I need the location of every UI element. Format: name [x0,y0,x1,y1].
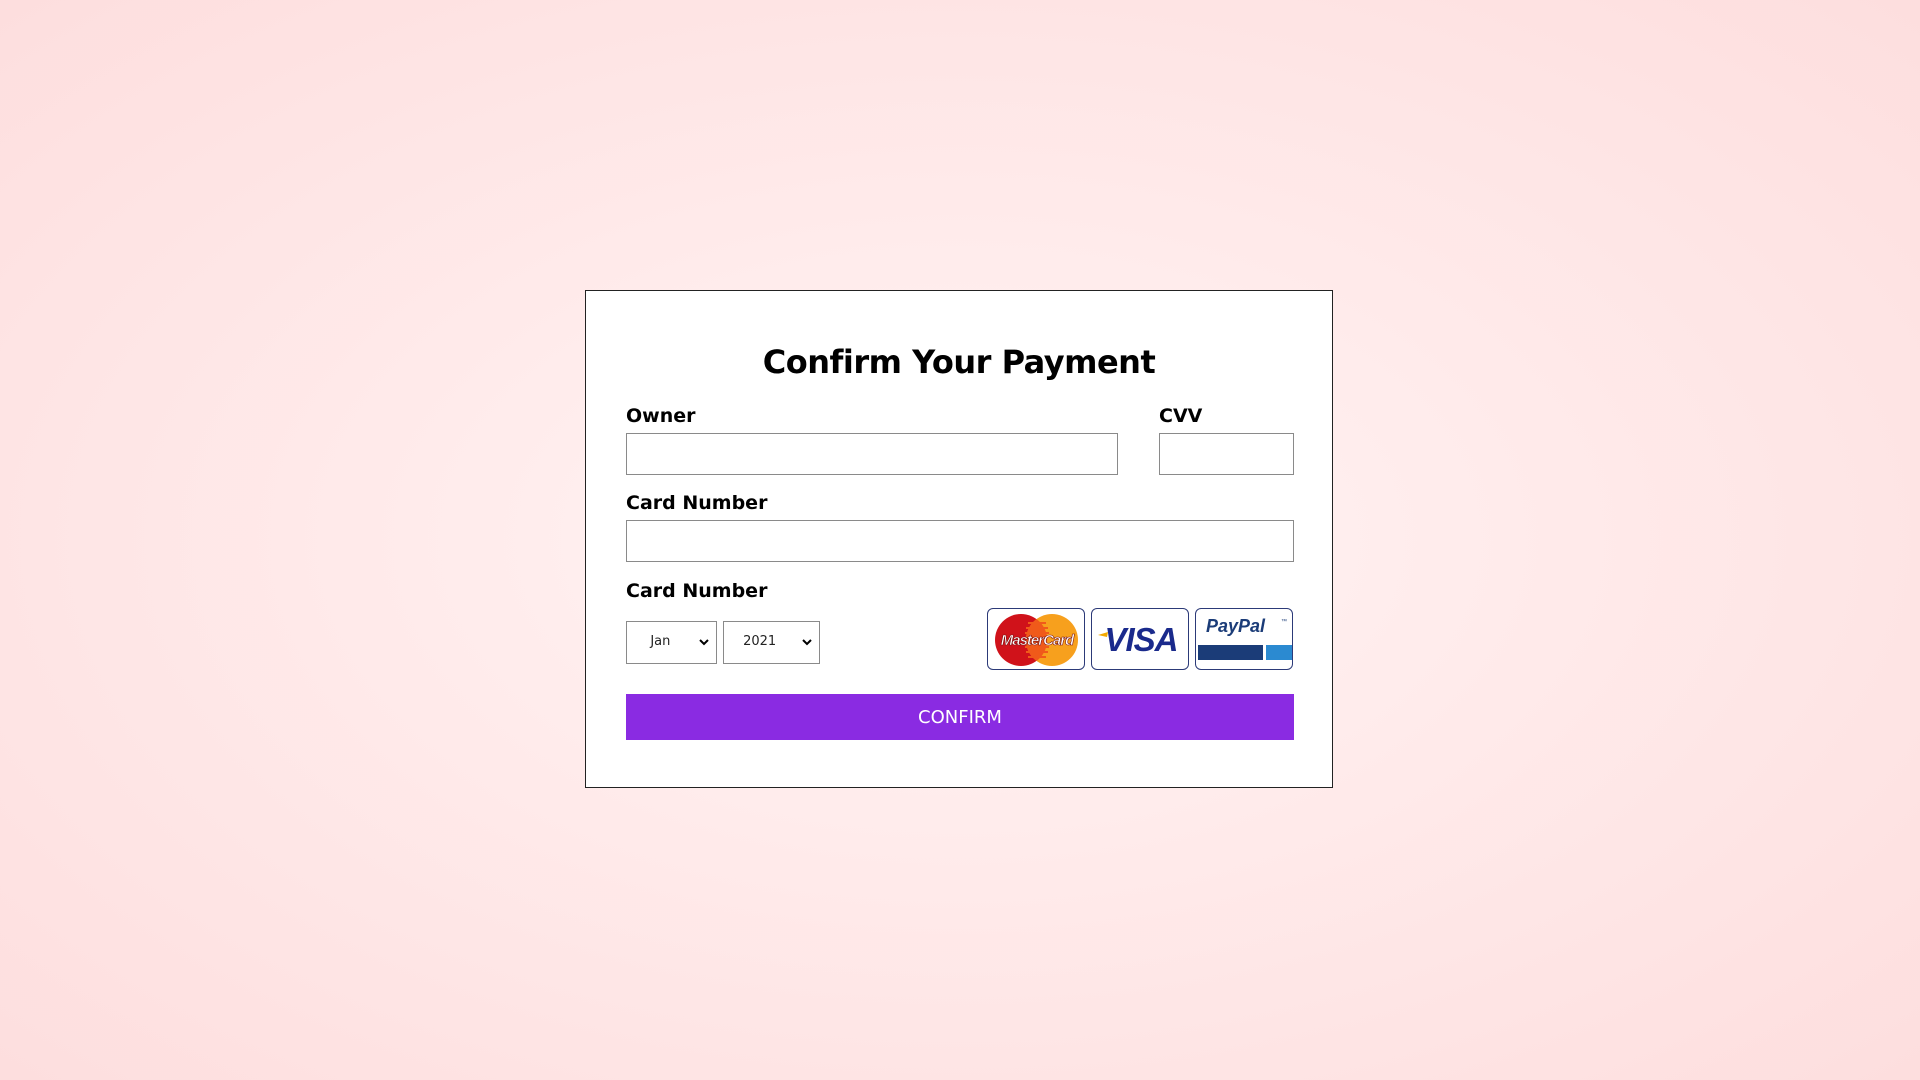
card-number-input[interactable] [626,520,1294,562]
paypal-logo[interactable]: PayPal ™ [1195,608,1293,670]
confirm-button[interactable]: CONFIRM [626,694,1294,740]
year-select[interactable]: 2021 [723,621,820,664]
expiry-label: Card Number [626,580,768,602]
mastercard-icon: MasterCard [995,614,1078,666]
paypal-icon: PayPal ™ [1198,616,1292,660]
chevron-down-icon [699,639,709,646]
cvv-label: CVV [1159,405,1203,427]
visa-logo[interactable]: VISA [1091,608,1189,670]
owner-input[interactable] [626,433,1118,475]
cvv-input[interactable] [1159,433,1294,475]
mastercard-logo[interactable]: MasterCard [987,608,1085,670]
svg-text:™: ™ [1281,618,1287,625]
visa-icon: VISA [1098,621,1179,658]
paypal-text: PayPal [1206,616,1266,636]
chevron-down-icon [802,639,812,646]
month-select[interactable]: Jan [626,621,717,664]
mastercard-text: MasterCard [1001,632,1075,649]
month-select-value: Jan [650,634,671,649]
year-select-value: 2021 [743,634,777,649]
payment-card: Confirm Your Payment Owner CVV Card Numb… [585,290,1333,788]
owner-label: Owner [626,405,696,427]
card-number-label: Card Number [626,492,768,514]
page-title: Confirm Your Payment [762,343,1156,381]
visa-text: VISA [1104,621,1177,658]
